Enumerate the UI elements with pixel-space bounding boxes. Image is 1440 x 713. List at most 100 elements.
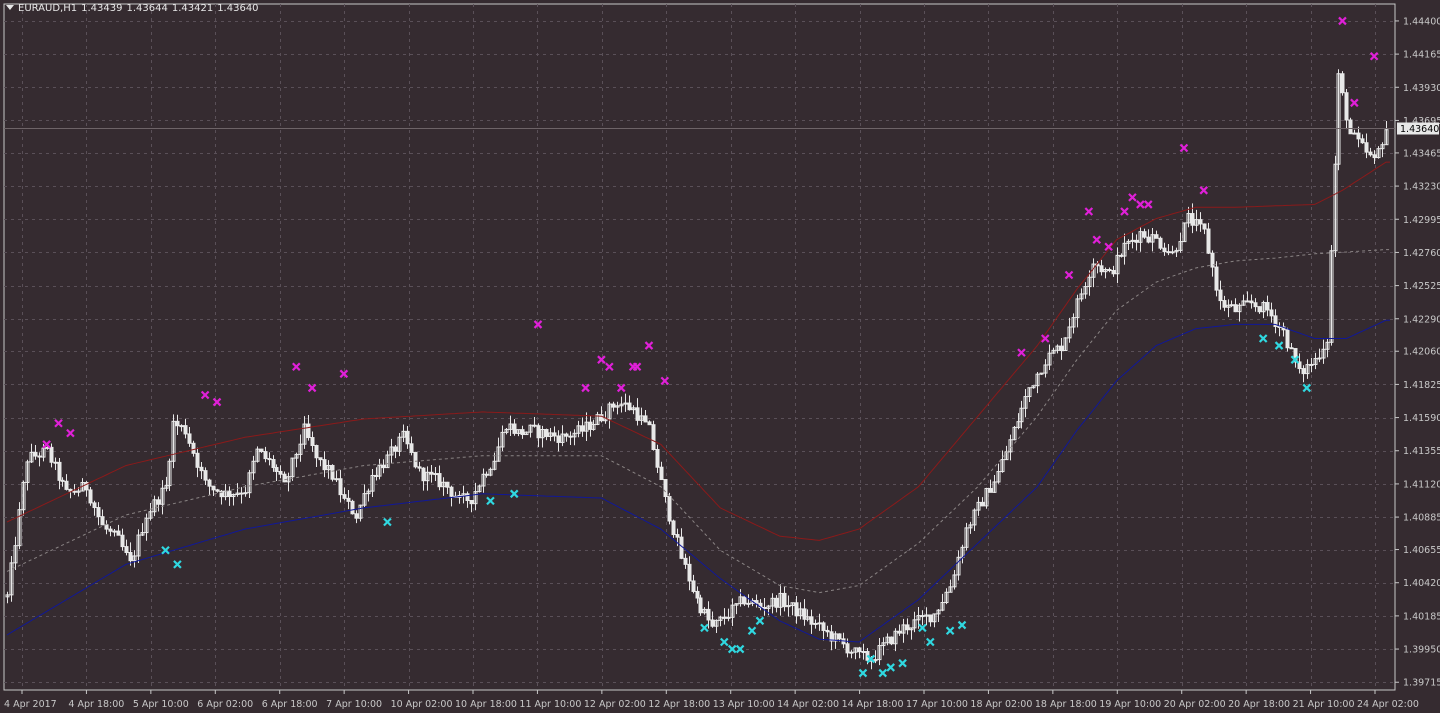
x-tick-label: 18 Apr 02:00	[970, 699, 1032, 710]
candle-body	[671, 520, 676, 536]
candle-body	[1348, 119, 1353, 135]
y-tick-label: 1.41825	[1403, 380, 1440, 391]
sell-signal-marker	[212, 397, 222, 407]
candle-body	[271, 459, 276, 469]
buy-signal-marker	[886, 663, 895, 672]
dropdown-triangle-icon[interactable]	[6, 5, 14, 10]
candle-body	[1364, 142, 1369, 153]
candle-body	[536, 425, 541, 439]
candle-body	[64, 480, 69, 490]
candle-body	[643, 415, 648, 423]
candle-body	[794, 602, 799, 617]
sell-signal-marker	[1338, 16, 1347, 26]
candle-body	[825, 629, 830, 633]
candle-body	[675, 534, 680, 538]
candle-body	[350, 500, 355, 515]
candle-body	[1190, 213, 1195, 226]
x-tick-label: 6 Apr 02:00	[197, 699, 253, 710]
candle-body	[322, 459, 327, 471]
buy-signal-marker	[509, 489, 519, 499]
sell-signal-marker	[605, 362, 614, 372]
candle-body	[1170, 251, 1175, 254]
buy-signal-marker	[1274, 341, 1284, 350]
x-tick-label: 24 Apr 02:00	[1357, 699, 1419, 710]
candle-body	[187, 433, 192, 444]
sell-signal-marker	[597, 355, 606, 364]
candle-body	[215, 489, 220, 492]
x-tick-label: 14 Apr 02:00	[777, 699, 839, 710]
sell-signal-marker	[1369, 51, 1379, 61]
candle-body	[1301, 368, 1306, 375]
sell-signal-marker	[1017, 348, 1026, 357]
buy-signal-marker	[719, 637, 729, 647]
candle-body	[191, 442, 196, 454]
candle-body	[706, 608, 711, 621]
y-tick-label: 1.41590	[1403, 413, 1440, 424]
candle-body	[687, 563, 692, 582]
y-tick-label: 1.42760	[1403, 248, 1440, 259]
candle-body	[449, 486, 454, 497]
candle-body	[37, 455, 42, 458]
y-tick-label: 1.44165	[1403, 50, 1440, 61]
candle-body	[1265, 302, 1270, 311]
y-tick-label: 1.43230	[1403, 182, 1440, 193]
candle-body	[417, 466, 422, 469]
candle-body	[330, 464, 335, 480]
candle-body	[774, 597, 779, 608]
candle-body	[695, 590, 700, 599]
candle-body	[314, 445, 319, 459]
sell-signal-marker	[1084, 207, 1094, 216]
candle-body	[556, 435, 561, 443]
candle-body	[120, 534, 125, 548]
candle-body	[667, 496, 672, 522]
buy-signal-marker	[383, 517, 392, 527]
candle-body	[663, 479, 668, 498]
sell-signal-marker	[644, 341, 654, 350]
low-value: 1.43421	[171, 3, 214, 14]
candle-body	[849, 651, 854, 654]
candle-body	[128, 552, 133, 562]
candle-body	[1162, 247, 1167, 253]
current-price-label: 1.43640	[1400, 124, 1439, 135]
candle-body	[580, 425, 585, 432]
candle-body	[1059, 345, 1064, 352]
chart-canvas[interactable]: 1.444001.441651.439301.436951.434651.432…	[0, 0, 1440, 713]
candle-body	[88, 489, 93, 504]
buy-signal-marker	[898, 658, 907, 668]
sell-signal-marker	[66, 428, 75, 438]
y-tick-label: 1.43930	[1403, 83, 1440, 94]
candle-body	[782, 592, 787, 608]
candle-body	[267, 458, 272, 461]
candle-body	[354, 513, 359, 519]
candle-body	[552, 432, 557, 437]
candle-body	[199, 466, 204, 472]
candle-body	[108, 528, 113, 532]
candle-body	[421, 467, 426, 482]
candle-body	[1146, 236, 1151, 243]
candle-body	[599, 414, 604, 422]
candle-body	[568, 435, 573, 438]
candle-body	[92, 502, 97, 509]
candle-body	[310, 437, 315, 447]
x-tick-label: 20 Apr 02:00	[1164, 699, 1226, 710]
chart-window[interactable]: 1.44400 1.44165 1.43930 1.43695 1.43465 1.432…	[0, 0, 1440, 713]
candle-body	[100, 516, 105, 526]
y-tick-label: 1.42525	[1403, 281, 1440, 292]
x-tick-label: 14 Apr 18:00	[842, 699, 904, 710]
close-value: 1.43640	[217, 3, 259, 14]
candle-body	[484, 473, 489, 476]
candle-body	[156, 499, 161, 505]
candle-body	[183, 425, 188, 435]
candle-body	[520, 429, 525, 436]
sell-signal-marker	[533, 320, 543, 329]
candle-body	[817, 622, 822, 625]
candle-body	[342, 494, 347, 499]
candle-body	[381, 464, 386, 469]
candle-body	[1154, 234, 1159, 239]
x-tick-label: 21 Apr 10:00	[1293, 699, 1355, 710]
candle-body	[837, 633, 842, 640]
y-tick-label: 1.42290	[1403, 314, 1440, 325]
y-tick-label: 1.39715	[1403, 678, 1440, 689]
candle-body	[1099, 265, 1104, 273]
candle-body	[1233, 304, 1238, 313]
